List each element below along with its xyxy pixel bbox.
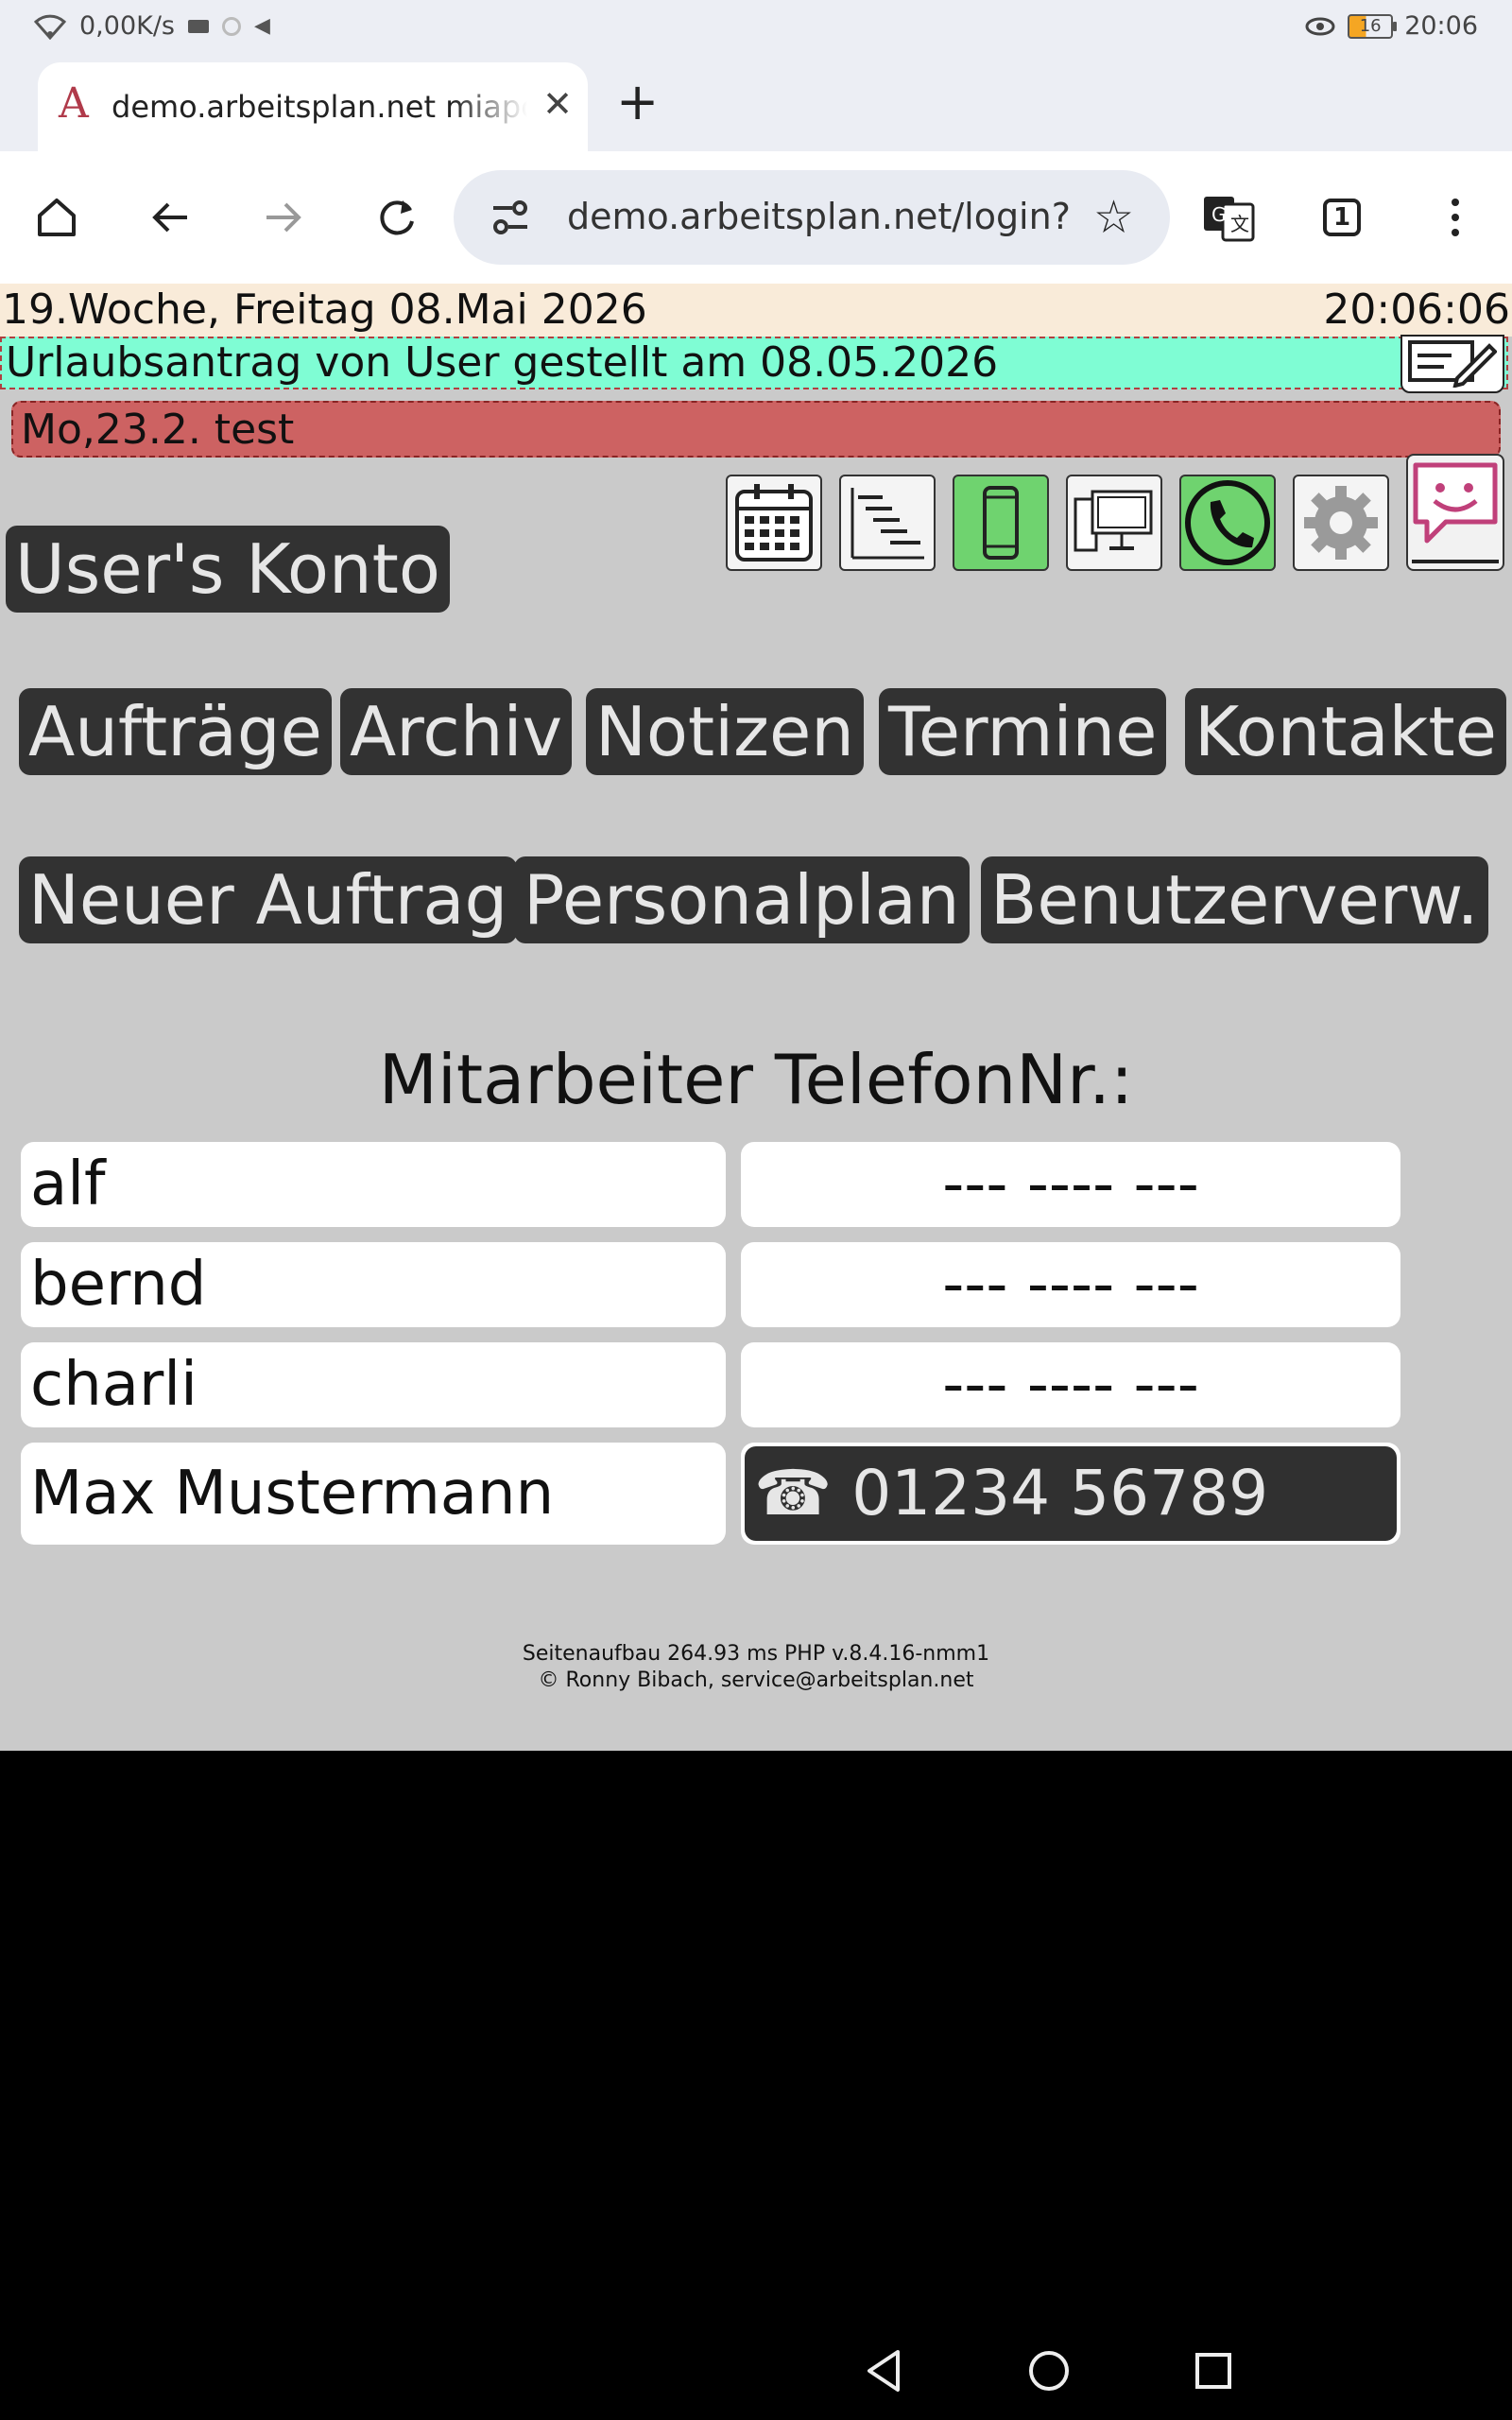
status-bar: 0,00K/s ◀ 16 20:06 <box>0 0 1512 57</box>
clock: 20:06 <box>1404 11 1478 41</box>
site-settings-icon[interactable] <box>490 197 531 238</box>
new-tab-icon[interactable]: + <box>616 74 659 130</box>
current-date: 19.Woche, Freitag 08.Mai 2026 <box>2 285 647 334</box>
tab-count: 1 <box>1332 203 1351 232</box>
telephone-icon[interactable] <box>1179 475 1276 571</box>
calendar-icon[interactable] <box>726 475 822 571</box>
volume-icon: ◀ <box>254 14 270 38</box>
menu-icon[interactable] <box>1427 189 1484 246</box>
settings-gear-icon[interactable] <box>1293 475 1389 571</box>
current-time: 20:06:06 <box>1323 285 1510 334</box>
employee-name: charli <box>21 1342 726 1427</box>
url-text: demo.arbeitsplan.net/login? <box>567 196 1071 237</box>
employee-phone-heading: Mitarbeiter TelefonNr.: <box>378 1040 1134 1119</box>
alert-text: Mo,23.2. test <box>21 406 295 454</box>
sync-icon <box>222 16 241 36</box>
staff-plan-button[interactable]: Personalplan <box>514 856 970 943</box>
nav-recents-icon[interactable] <box>1189 2346 1238 2395</box>
employee-name: alf <box>21 1142 726 1227</box>
back-icon[interactable] <box>142 189 198 246</box>
net-speed: 0,00K/s <box>79 11 175 41</box>
gantt-chart-icon[interactable] <box>839 475 936 571</box>
close-tab-icon[interactable]: ✕ <box>542 83 573 125</box>
nav-button-auftraege[interactable]: Aufträge <box>19 688 332 775</box>
page-build-time: Seitenaufbau 264.93 ms PHP v.8.4.16-nmm1 <box>522 1642 990 1666</box>
employee-name: bernd <box>21 1242 726 1327</box>
battery-icon: 16 <box>1348 13 1398 39</box>
keyboard-icon <box>188 19 209 33</box>
call-phone-button[interactable]: ☎ 01234 56789 <box>745 1446 1397 1541</box>
nav-button-kontakte[interactable]: Kontakte <box>1185 688 1506 775</box>
tab-strip: A demo.arbeitsplan.net miapc ✕ + <box>0 57 1512 151</box>
tab-title: demo.arbeitsplan.net miapc <box>112 89 527 125</box>
employee-phone: --- ---- --- <box>741 1242 1400 1327</box>
copyright: © Ronny Bibach, service@arbeitsplan.net <box>538 1668 974 1692</box>
notice-text: Urlaubsantrag von User gestellt am 08.05… <box>6 338 999 387</box>
nav-home-icon[interactable] <box>1024 2346 1074 2395</box>
mobile-phone-icon[interactable] <box>953 475 1049 571</box>
nav-button-archiv[interactable]: Archiv <box>340 688 573 775</box>
footer: Seitenaufbau 264.93 ms PHP v.8.4.16-nmm1… <box>0 1641 1512 1694</box>
svg-text:文: 文 <box>1230 213 1249 235</box>
appointment-alert[interactable]: Mo,23.2. test <box>11 401 1501 458</box>
employee-name: Max Mustermann <box>21 1443 726 1545</box>
site-logo-icon: A <box>59 79 89 128</box>
new-order-button[interactable]: Neuer Auftrag <box>19 856 518 943</box>
desktop-computer-icon[interactable] <box>1066 475 1162 571</box>
battery-level: 16 <box>1359 16 1382 36</box>
wifi-icon <box>34 14 66 40</box>
browser-tab[interactable]: A demo.arbeitsplan.net miapc ✕ <box>38 62 588 151</box>
translate-icon[interactable]: G文 <box>1200 189 1257 246</box>
tab-switcher-icon[interactable]: 1 <box>1314 189 1370 246</box>
forward-icon[interactable] <box>255 189 312 246</box>
page-content: 19.Woche, Freitag 08.Mai 2026 20:06:06 U… <box>0 284 1512 1751</box>
svg-text:G: G <box>1211 203 1227 226</box>
bookmark-star-icon[interactable]: ☆ <box>1093 191 1134 244</box>
vacation-request-notice[interactable]: Urlaubsantrag von User gestellt am 08.05… <box>0 335 1508 393</box>
user-account-button[interactable]: User's Konto <box>6 526 450 613</box>
nav-back-icon[interactable] <box>860 2346 909 2395</box>
eye-icon <box>1305 17 1335 35</box>
system-nav-bar <box>0 2316 1512 2420</box>
browser-toolbar: demo.arbeitsplan.net/login? ☆ G文 1 <box>0 151 1512 284</box>
nav-button-notizen[interactable]: Notizen <box>586 688 864 775</box>
employee-phone: --- ---- --- <box>741 1142 1400 1227</box>
home-icon[interactable] <box>28 189 85 246</box>
address-bar[interactable]: demo.arbeitsplan.net/login? ☆ <box>454 170 1170 265</box>
user-management-button[interactable]: Benutzerverw. <box>981 856 1488 943</box>
reload-icon[interactable] <box>369 189 425 246</box>
call-button-wrapper: ☎ 01234 56789 <box>741 1443 1400 1545</box>
chat-smiley-icon[interactable] <box>1406 454 1504 571</box>
nav-button-termine[interactable]: Termine <box>879 688 1167 775</box>
employee-phone: --- ---- --- <box>741 1342 1400 1427</box>
date-bar: 19.Woche, Freitag 08.Mai 2026 20:06:06 <box>0 284 1512 337</box>
edit-note-icon[interactable] <box>1400 335 1504 393</box>
